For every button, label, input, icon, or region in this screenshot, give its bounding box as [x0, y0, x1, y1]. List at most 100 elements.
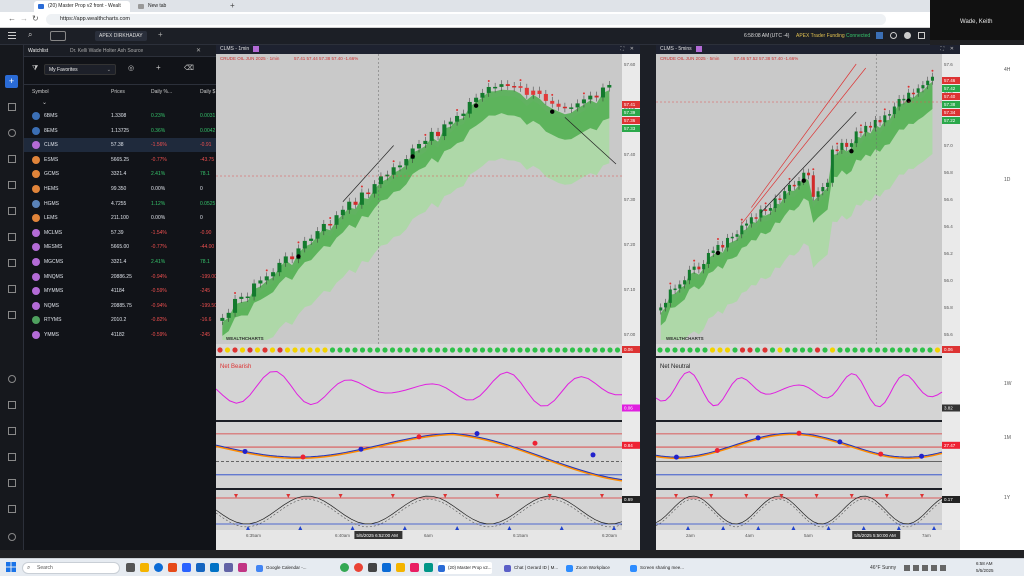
close-icon[interactable]: ✕	[196, 47, 201, 54]
sort-chevron-icon[interactable]: ⌄	[42, 99, 47, 106]
watchlist-row[interactable]: GCMS 3321.4 2.41% 78.1	[24, 167, 216, 181]
watchlist-row[interactable]: MYMMS 41184 -0.59% -245	[24, 284, 216, 298]
help-tool-icon[interactable]	[8, 505, 16, 513]
tab-wealthcharts[interactable]: (20) Master Prop v2 front - Wealt	[34, 1, 130, 12]
chart-tab-header[interactable]: CLMS - 1min ✕ ⛶	[216, 45, 640, 54]
watchlist-row[interactable]: 8EMS 1.13725 0.36% 0.0042	[24, 124, 216, 138]
add-symbol-icon[interactable]: +	[156, 63, 161, 72]
task-view-icon[interactable]	[126, 563, 135, 572]
period-label-1d[interactable]: 1D	[1004, 177, 1010, 183]
watchlist-title[interactable]: Watchlist	[28, 48, 48, 54]
chart-tab-header[interactable]: CLMS - 5mins ✕ ⛶	[656, 45, 960, 54]
clock-tool-icon[interactable]	[8, 129, 16, 137]
sheets-icon[interactable]	[424, 563, 433, 572]
taskbar-app-calendar[interactable]: Google Calendar -...	[256, 562, 307, 574]
tab-new-tab[interactable]: New tab	[134, 1, 224, 12]
watchlist-row[interactable]: MESMS 5665.00 -0.77% -44.00	[24, 240, 216, 254]
maximize-icon[interactable]: ⛶	[940, 45, 944, 54]
taskbar-app-zoom[interactable]: Zoom Workplace	[566, 562, 610, 574]
reload-icon[interactable]: ↻	[32, 14, 39, 23]
watchlist-row[interactable]: RTYMS 2010.2 -0.82% -16.6	[24, 313, 216, 327]
ai-icon[interactable]	[50, 31, 66, 41]
watchlist-row[interactable]: NQMS 20885.75 -0.94% -199.50	[24, 299, 217, 313]
add-widget-icon[interactable]: +	[5, 75, 18, 88]
word-icon[interactable]	[196, 563, 205, 572]
notes-icon[interactable]	[396, 563, 405, 572]
new-tab-plus-icon[interactable]: +	[230, 1, 235, 10]
watchlist-row[interactable]: MNQMS 20886.25 -0.94% -199.00	[24, 270, 217, 284]
settings-tool-icon[interactable]	[8, 533, 16, 541]
text-tool-icon[interactable]	[8, 259, 16, 267]
period-label-1w[interactable]: 1W	[1004, 381, 1012, 387]
period-label-1m[interactable]: 1M	[1004, 435, 1011, 441]
ruler-tool-icon[interactable]	[8, 311, 16, 319]
eye-tool-icon[interactable]	[8, 375, 16, 383]
target-icon[interactable]: ◎	[128, 64, 134, 72]
fullscreen-icon[interactable]	[918, 32, 925, 39]
taskbar-search-box[interactable]: ⌕ Search	[22, 562, 120, 574]
funding-label[interactable]: APEX Trader Funding	[796, 33, 845, 39]
watchlist-row[interactable]: HGMS 4.7255 1.12% 0.0525	[24, 197, 216, 211]
bar-chart-tool-icon[interactable]	[8, 427, 16, 435]
taskbar-date[interactable]: 5/5/2025	[976, 568, 994, 573]
settings-icon[interactable]	[890, 32, 897, 39]
outlook-icon[interactable]	[210, 563, 219, 572]
refresh-tool-icon[interactable]	[8, 401, 16, 409]
watchlist-row[interactable]: LEMS 211.100 0.00% 0	[24, 211, 216, 225]
watchlist-row[interactable]: CLMS 57.38 -1.56% -0.91	[24, 138, 216, 153]
taskbar-app-screen-share[interactable]: Screen sharing mee...	[630, 562, 684, 574]
search-icon[interactable]: ⌕	[28, 30, 32, 40]
office-icon[interactable]	[168, 563, 177, 572]
menu-icon[interactable]	[8, 31, 16, 39]
save-icon[interactable]	[876, 32, 883, 39]
taskbar-app-chat[interactable]: Chat | Gerard ID | M...	[504, 562, 558, 574]
back-icon[interactable]: ←	[8, 14, 16, 23]
windows-start-icon[interactable]	[6, 562, 16, 572]
chart-panel-1min[interactable]: CLMS - 1min✕⛶57.6057.5057.4057.3057.2057…	[216, 45, 640, 550]
column-daily-pct[interactable]: Daily %...	[151, 85, 172, 99]
teams-icon[interactable]	[224, 563, 233, 572]
maximize-icon[interactable]: ⛶	[620, 45, 624, 54]
eraser-icon[interactable]: ⌫	[184, 64, 194, 72]
close-icon[interactable]: ✕	[630, 45, 634, 54]
forward-icon[interactable]: →	[20, 14, 28, 23]
list-selector[interactable]: My Favorites ⌄	[44, 64, 116, 75]
calendar-tool-icon[interactable]	[8, 155, 16, 163]
system-tray-icons[interactable]	[904, 564, 948, 572]
watchlist-row[interactable]: ESMS 5665.25 -0.77% -43.75	[24, 153, 216, 167]
line-tool-icon[interactable]	[8, 207, 16, 215]
store-icon[interactable]	[182, 563, 191, 572]
watchlist-tool-icon[interactable]	[8, 103, 16, 111]
panel-divider[interactable]	[640, 45, 656, 550]
column-symbol[interactable]: Symbol	[32, 85, 49, 99]
watchlist-row[interactable]: MGCMS 3321.4 2.41% 78.1	[24, 255, 216, 269]
column-prices[interactable]: Prices	[111, 85, 125, 99]
app-icon[interactable]	[382, 563, 391, 572]
file-explorer-icon[interactable]	[140, 563, 149, 572]
filter-icon[interactable]: ⧩	[32, 65, 38, 73]
watchlist-row[interactable]: HEMS 99.350 0.00% 0	[24, 182, 216, 196]
watchlist-row[interactable]: 6BMS 1.3308 0.23% 0.0031	[24, 109, 216, 123]
chrome-icon[interactable]	[340, 563, 349, 572]
account-selector[interactable]: APEX DIRKHADAY	[95, 31, 147, 41]
url-bar[interactable]: https://app.wealthcharts.com	[46, 14, 886, 25]
weather-readout[interactable]: 46°F Sunny	[870, 565, 896, 571]
layers-tool-icon[interactable]	[8, 479, 16, 487]
chart-panel-5min[interactable]: CLMS - 5mins✕⛶57.657.457.257.056.856.656…	[656, 45, 960, 550]
period-label-4h[interactable]: 4H	[1004, 67, 1010, 73]
period-label-1y[interactable]: 1Y	[1004, 495, 1010, 501]
column-daily-chg[interactable]: Daily $	[200, 85, 215, 99]
terminal-icon[interactable]	[368, 563, 377, 572]
watchlist-tab2[interactable]: Dr. Kelli Wade Holter Ash Source	[70, 48, 143, 54]
add-layout-icon[interactable]: +	[158, 30, 163, 39]
media-icon[interactable]	[410, 563, 419, 572]
chrome-profile-icon[interactable]	[354, 563, 363, 572]
brush-tool-icon[interactable]	[8, 285, 16, 293]
watchlist-row[interactable]: YMMS 41182 -0.59% -245	[24, 328, 216, 342]
photos-icon[interactable]	[238, 563, 247, 572]
profile-icon[interactable]	[904, 32, 911, 39]
trend-tool-icon[interactable]	[8, 453, 16, 461]
close-icon[interactable]: ✕	[950, 45, 954, 54]
taskbar-app-wealthcharts[interactable]: (20) Master Prop v2...	[438, 562, 492, 574]
watchlist-row[interactable]: MCLMS 57.39 -1.54% -0.90	[24, 226, 216, 240]
